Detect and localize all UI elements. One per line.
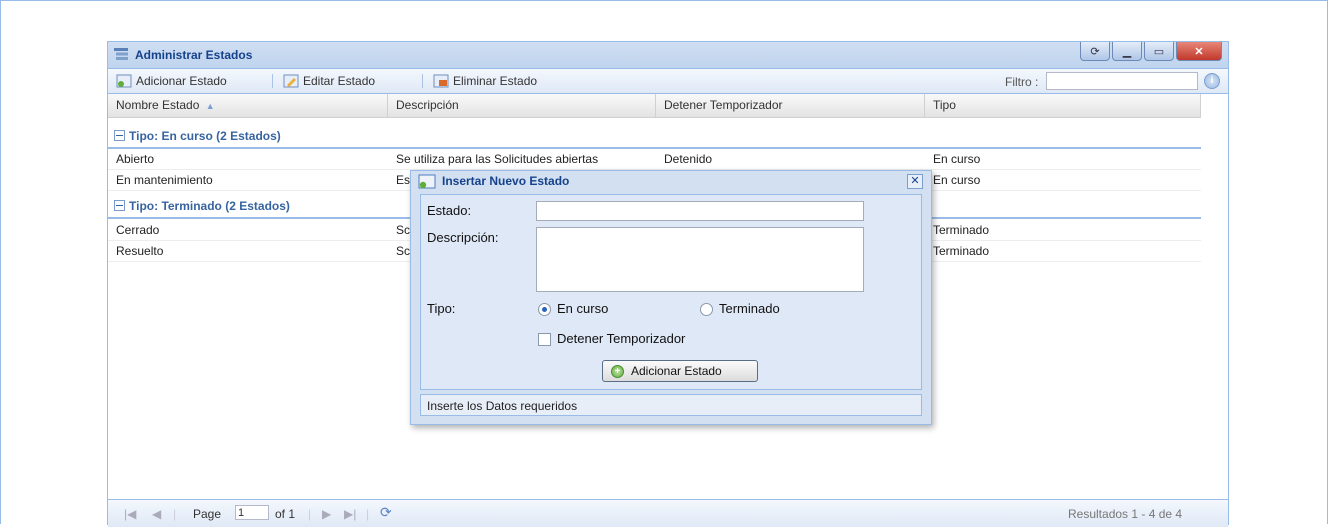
maximize-button[interactable]: ▭	[1144, 42, 1174, 61]
next-page-icon[interactable]: ▶	[322, 507, 331, 521]
table-row[interactable]: Abierto Se utiliza para las Solicitudes …	[108, 149, 1201, 170]
delete-document-icon	[433, 74, 449, 88]
edit-document-icon	[283, 74, 299, 88]
prev-page-icon[interactable]: ◀	[152, 507, 161, 521]
add-document-icon	[116, 74, 132, 88]
sort-asc-icon: ▲	[205, 101, 215, 111]
cell-nombre: En mantenimiento	[116, 173, 213, 187]
page-label: Page	[193, 507, 222, 521]
radio-terminado[interactable]	[700, 303, 713, 316]
add-circle-icon: +	[611, 365, 624, 378]
window-title: Administrar Estados	[135, 48, 253, 62]
paging-toolbar: |◀ ◀ | Page 1 of 1 | ▶ ▶| | ⟳ Resultados…	[108, 499, 1228, 527]
pager-separator: |	[173, 507, 177, 521]
list-icon	[114, 48, 128, 60]
status-text: Inserte los Datos requeridos	[427, 399, 578, 413]
last-page-icon[interactable]: ▶|	[344, 507, 356, 521]
refresh-icon[interactable]: ⟳	[1080, 42, 1110, 61]
dialog-title: Insertar Nuevo Estado	[442, 174, 570, 188]
page-of-label: of 1	[275, 507, 296, 521]
checkbox-label: Detener Temporizador	[557, 331, 686, 346]
close-button[interactable]: ✕	[1176, 42, 1222, 61]
minimize-button[interactable]: ▁	[1112, 42, 1142, 61]
collapse-icon[interactable]	[114, 200, 125, 212]
pager-separator: |	[366, 507, 370, 521]
dialog-form: Estado: Descripción: Tipo: En curso Term…	[420, 194, 922, 390]
group-label-text: Tipo: En curso (2 Estados)	[129, 129, 281, 143]
column-header-nombre[interactable]: Nombre Estado ▲	[108, 94, 388, 117]
cell-nombre: Cerrado	[116, 223, 160, 237]
cell-tipo: En curso	[933, 173, 981, 187]
cell-temporizador: Detenido	[664, 152, 713, 166]
filter-input[interactable]	[1046, 72, 1198, 90]
window-titlebar[interactable]: Administrar Estados ⟳ ▁ ▭ ✕	[108, 42, 1228, 69]
toolbar: Adicionar Estado Editar Estado Eliminar …	[108, 69, 1228, 94]
column-header-label: Descripción	[396, 98, 459, 112]
column-header-temporizador[interactable]: Detener Temporizador	[656, 94, 925, 117]
dialog-header[interactable]: Insertar Nuevo Estado ✕	[411, 171, 931, 193]
cell-descripcion: Se utiliza para las Solicitudes abiertas	[396, 152, 599, 166]
group-label: Tipo: En curso (2 Estados)	[114, 129, 281, 143]
page-number-input[interactable]: 1	[235, 505, 269, 520]
results-count: Resultados 1 - 4 de 4	[1068, 507, 1183, 521]
pager-separator: |	[308, 507, 312, 521]
add-button-label: Adicionar Estado	[631, 364, 722, 378]
toolbar-separator	[422, 74, 423, 88]
column-header-tipo[interactable]: Tipo	[925, 94, 1201, 117]
edit-state-button[interactable]: Editar Estado	[283, 72, 375, 90]
grid-header: Nombre Estado ▲ Descripción Detener Temp…	[108, 94, 1201, 118]
detener-temporizador-checkbox[interactable]	[538, 333, 551, 346]
collapse-icon[interactable]	[114, 130, 125, 142]
cell-tipo: En curso	[933, 152, 981, 166]
group-label-text: Tipo: Terminado (2 Estados)	[129, 199, 290, 213]
descripcion-textarea[interactable]	[536, 227, 864, 292]
edit-state-label: Editar Estado	[303, 74, 376, 88]
add-state-button[interactable]: Adicionar Estado	[116, 72, 227, 90]
cell-nombre: Resuelto	[116, 244, 164, 258]
add-state-label: Adicionar Estado	[136, 74, 227, 88]
cell-tipo: Terminado	[933, 244, 990, 258]
column-header-label: Tipo	[933, 98, 956, 112]
add-state-submit-button[interactable]: + Adicionar Estado	[602, 360, 758, 382]
window-controls: ⟳ ▁ ▭ ✕	[1080, 42, 1222, 64]
add-document-icon	[418, 174, 436, 189]
column-header-label: Nombre Estado	[116, 98, 200, 112]
close-icon[interactable]: ✕	[907, 174, 923, 189]
refresh-icon[interactable]: ⟳	[380, 504, 392, 521]
toolbar-separator	[272, 74, 273, 88]
first-page-icon[interactable]: |◀	[124, 507, 136, 521]
estado-input[interactable]	[536, 201, 864, 221]
radio-en-curso[interactable]	[538, 303, 551, 316]
filter-label: Filtro :	[1005, 75, 1039, 89]
group-label: Tipo: Terminado (2 Estados)	[114, 199, 290, 213]
radio-en-curso-label: En curso	[557, 301, 609, 316]
tipo-label: Tipo:	[427, 301, 456, 316]
group-header-en-curso[interactable]: Tipo: En curso (2 Estados)	[108, 125, 1201, 149]
cell-nombre: Abierto	[116, 152, 155, 166]
insert-state-dialog: Insertar Nuevo Estado ✕ Estado: Descripc…	[410, 170, 932, 425]
descripcion-label: Descripción:	[427, 230, 499, 245]
radio-terminado-label: Terminado	[719, 301, 780, 316]
info-icon[interactable]: i	[1204, 73, 1220, 89]
column-header-descripcion[interactable]: Descripción	[388, 94, 656, 117]
delete-state-button[interactable]: Eliminar Estado	[433, 72, 537, 90]
delete-state-label: Eliminar Estado	[453, 74, 538, 88]
cell-tipo: Terminado	[933, 223, 990, 237]
column-header-label: Detener Temporizador	[664, 98, 783, 112]
dialog-status-bar: Inserte los Datos requeridos	[420, 394, 922, 416]
estado-label: Estado:	[427, 203, 472, 218]
